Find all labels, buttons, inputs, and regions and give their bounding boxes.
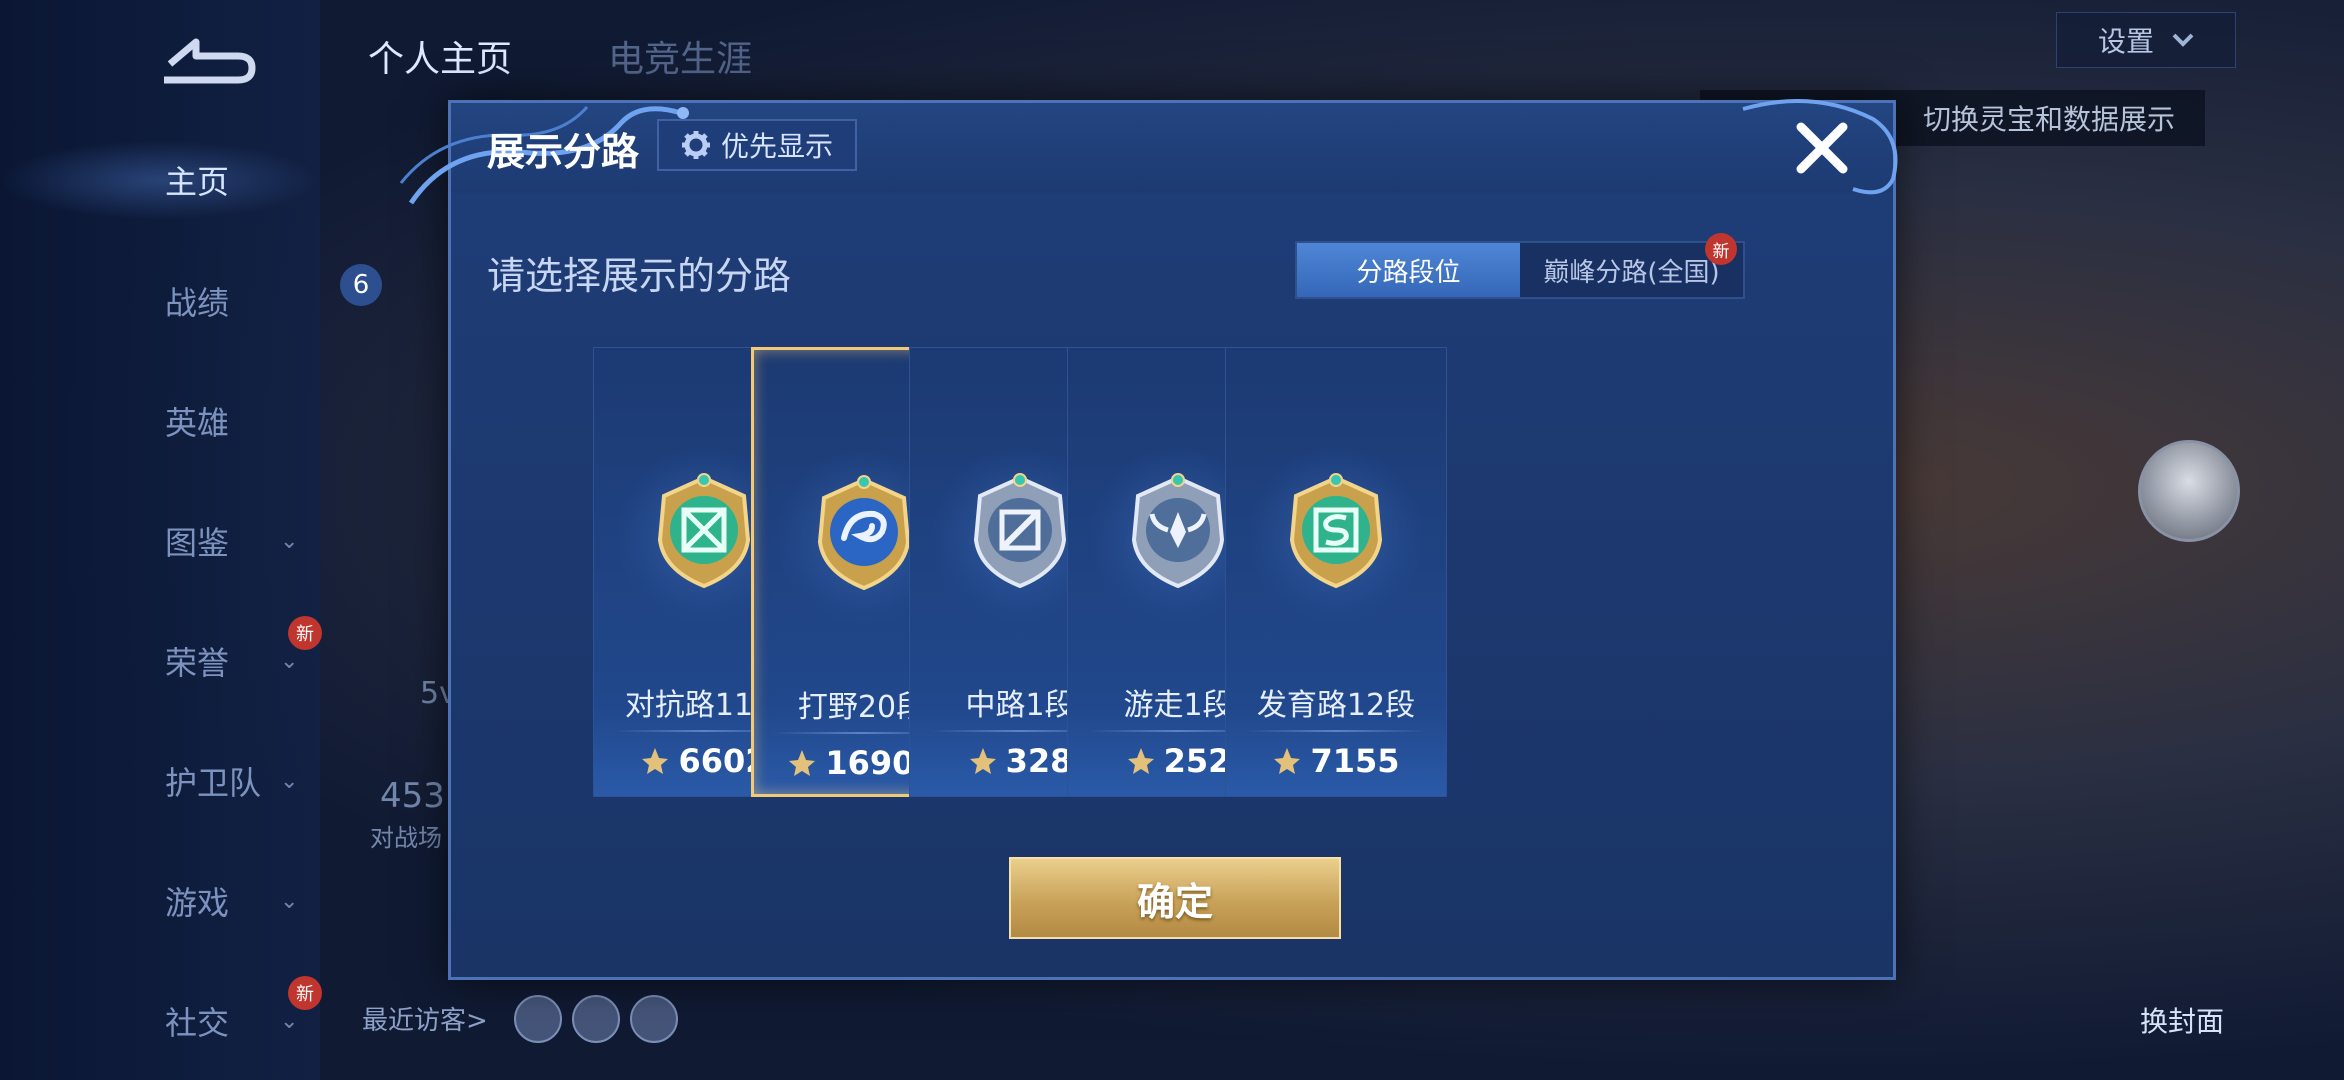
sidebar-item-label: 荣誉 (165, 644, 230, 682)
close-icon[interactable] (1791, 117, 1853, 179)
chevron-down-icon: ⌄ (280, 528, 299, 554)
dialog-subtitle: 请选择展示的分路 (487, 254, 792, 298)
dialog-title: 展示分路 (487, 130, 640, 174)
sidebar-item[interactable]: 图鉴 ⌄ (0, 506, 320, 576)
sidebar-item-label: 战绩 (165, 284, 230, 322)
sidebar-item[interactable]: 护卫队 ⌄ (0, 746, 320, 816)
lane-score-value: 252 (1163, 742, 1231, 780)
rank-medal-icon (1248, 448, 1424, 624)
new-badge: 新 (288, 616, 322, 650)
new-badge: 新 (288, 976, 322, 1010)
change-cover-button[interactable]: 换封面 (2140, 1000, 2224, 1040)
new-badge: 新 (1705, 233, 1737, 265)
sidebar-item[interactable]: 荣誉 ⌄ 新 (0, 616, 322, 696)
visitor-avatar[interactable] (630, 995, 678, 1043)
tab-profile[interactable]: 个人主页 (368, 30, 512, 82)
chevron-down-icon: ⌄ (280, 1008, 299, 1034)
divider (1246, 730, 1426, 732)
sidebar-item-label: 图鉴 (165, 524, 230, 562)
sidebar: 主页 战绩 英雄 图鉴 ⌄ 荣誉 ⌄ 新护卫队 ⌄ 游戏 ⌄ 社交 ⌄ 新 (0, 0, 322, 1080)
lane-score: 7155 (1226, 742, 1446, 780)
confirm-button[interactable]: 确定 (1009, 857, 1341, 939)
sidebar-item[interactable]: 战绩 (0, 266, 320, 336)
priority-display-label: 优先显示 (720, 130, 833, 163)
back-arrow-icon[interactable] (150, 28, 260, 88)
visitor-avatar[interactable] (514, 995, 562, 1043)
points-icon (1127, 748, 1154, 774)
chevron-down-icon: ⌄ (280, 768, 299, 794)
sidebar-item[interactable]: 社交 ⌄ 新 (0, 976, 322, 1056)
priority-display-button[interactable]: 优先显示 (657, 119, 857, 171)
profile-fragment: 453 (380, 776, 445, 816)
sidebar-item-label: 社交 (165, 1004, 230, 1042)
lane-display-dialog: 展示分路 优先显示 请选择展示的分路 分路段位 巅峰分路(全国) 新 对抗路11… (399, 99, 1898, 980)
sidebar-item-label: 英雄 (165, 404, 230, 442)
sidebar-item[interactable]: 英雄 (0, 386, 320, 456)
lane-card[interactable]: 发育路12段 7155 (1225, 347, 1447, 797)
chevron-down-icon: ⌄ (280, 648, 299, 674)
sidebar-item-label: 护卫队 (165, 764, 262, 802)
points-icon (969, 748, 996, 774)
tab-lane-rank[interactable]: 分路段位 (1297, 243, 1520, 297)
lane-score-value: 7155 (1310, 742, 1400, 780)
tab-esports-career[interactable]: 电竞生涯 (608, 30, 752, 82)
recent-visitors-link[interactable]: 最近访客> (362, 1000, 488, 1037)
lane-rank-label: 发育路12段 (1256, 688, 1416, 723)
visitor-avatar[interactable] (572, 995, 620, 1043)
sidebar-item[interactable]: 主页 (0, 145, 320, 215)
sidebar-item-label: 主页 (165, 163, 230, 201)
points-icon (642, 748, 669, 774)
settings-dropdown[interactable]: 设置 (2056, 12, 2236, 68)
tab-peak-lane-label: 巅峰分路(全国) (1543, 257, 1720, 288)
lane-score-value: 328 (1005, 742, 1073, 780)
level-badge: 6 (340, 264, 382, 306)
points-icon (789, 750, 816, 776)
settings-label: 设置 (2097, 25, 2154, 58)
profile-fragment: 对战场 (370, 824, 442, 852)
chevron-down-icon (2172, 33, 2194, 47)
gear-icon (681, 131, 710, 159)
confirm-label: 确定 (1136, 879, 1213, 924)
sidebar-item-label: 游戏 (165, 884, 230, 922)
hint-text: 切换灵宝和数据展示 (1922, 103, 2175, 136)
lane-type-toggle: 分路段位 巅峰分路(全国) 新 (1295, 233, 1745, 299)
chevron-down-icon: ⌄ (280, 888, 299, 914)
points-icon (1274, 748, 1301, 774)
avatar[interactable] (2138, 440, 2240, 542)
sidebar-item[interactable]: 游戏 ⌄ (0, 866, 320, 936)
tab-peak-lane[interactable]: 巅峰分路(全国) 新 (1520, 233, 1743, 297)
